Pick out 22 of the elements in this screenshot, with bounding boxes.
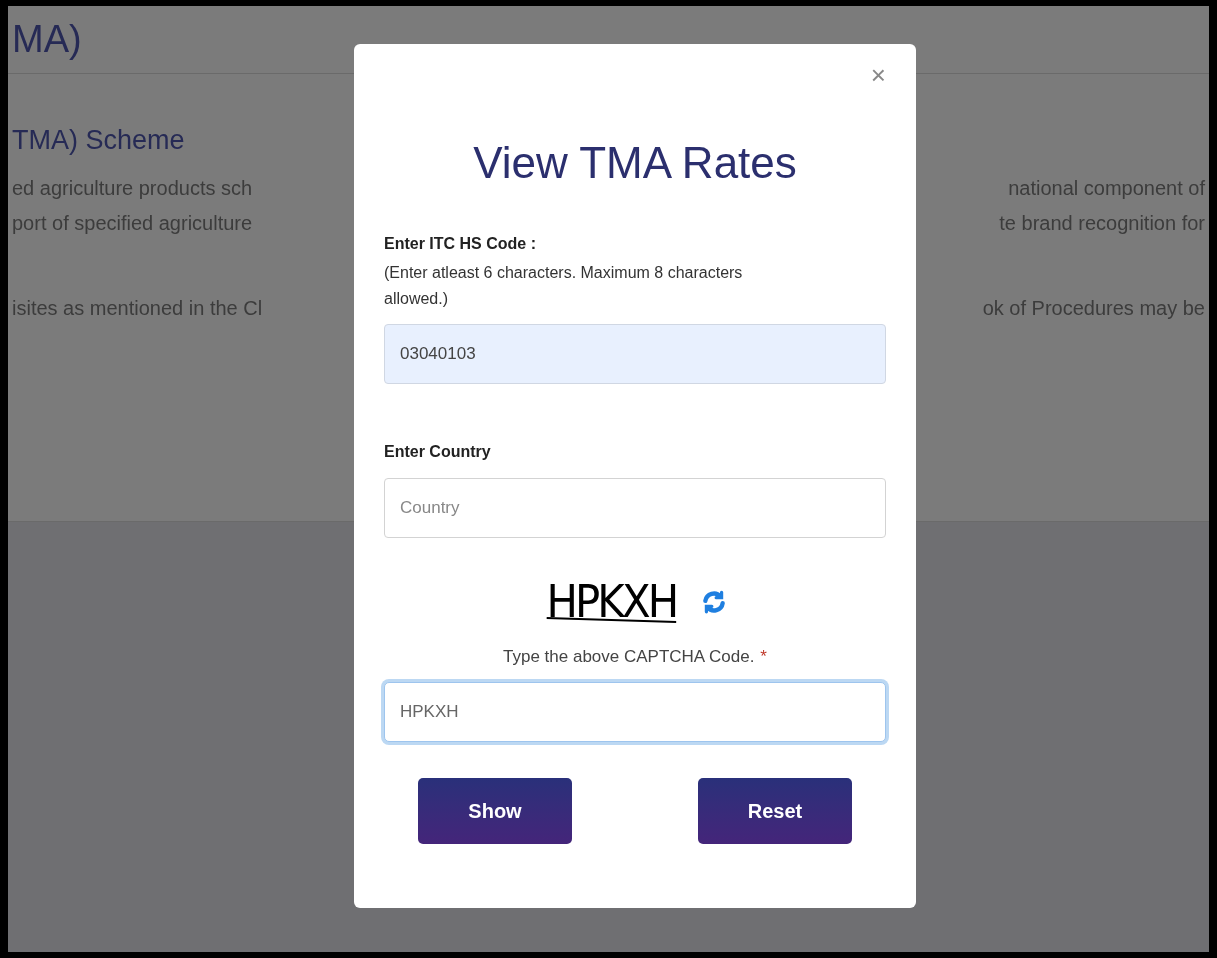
paragraph-text: national component of [1008,175,1205,201]
paragraph-text: te brand recognition for [999,210,1205,236]
hs-code-field[interactable]: 03040103 [384,324,886,384]
required-mark: * [760,646,767,668]
paragraph-text: isites as mentioned in the Cl [12,295,263,321]
captcha-image: HPKXH [546,578,676,626]
paragraph-text: ed agriculture products sch [12,175,253,201]
captcha-prompt: Type the above CAPTCHA Code. [503,646,755,668]
refresh-icon[interactable] [701,589,728,615]
page-heading: MA) [12,17,82,62]
section-heading: TMA) Scheme [12,124,185,157]
field-label: Enter ITC HS Code : [384,234,537,254]
reset-button[interactable]: Reset [698,777,852,844]
field-hint: (Enter atleast 6 characters. Maximum 8 characters allowed.) [384,263,744,309]
field-label: Enter Country [384,442,492,462]
country-field[interactable]: Country [384,478,886,538]
show-button[interactable]: Show [418,777,572,844]
captcha-field[interactable]: HPKXH [384,681,886,742]
paragraph-text: port of specified agriculture [12,210,253,236]
paragraph-text: ok of Procedures may be [982,295,1205,321]
close-button[interactable]: × [870,60,886,90]
modal-title: View TMA Rates [473,137,797,189]
